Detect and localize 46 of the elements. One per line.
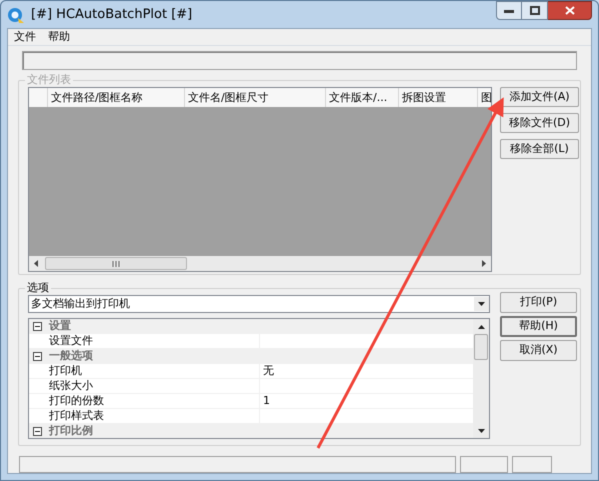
- category-label: 设置: [49, 319, 71, 334]
- status-pane: [512, 456, 552, 473]
- side-button[interactable]: 添加文件(A): [500, 87, 579, 107]
- minimize-button[interactable]: [496, 1, 522, 20]
- group-title: 选项: [25, 281, 51, 295]
- menu-item[interactable]: 帮助: [48, 28, 70, 46]
- category-label: 一般选项: [49, 348, 93, 364]
- status-pane: [460, 456, 508, 473]
- property-name: 纸张大小: [49, 379, 93, 393]
- property-name: 打印样式表: [49, 409, 104, 423]
- side-button[interactable]: 移除文件(D): [500, 113, 579, 133]
- dropdown-caret-icon[interactable]: [474, 297, 489, 311]
- scroll-thumb[interactable]: [45, 257, 187, 270]
- scroll-thumb[interactable]: [474, 334, 488, 360]
- maximize-icon: [530, 6, 540, 15]
- grip-icon: [112, 260, 120, 266]
- group-title: 文件列表: [25, 73, 73, 87]
- column-header[interactable]: 文件路径/图框名称: [48, 88, 185, 107]
- collapse-icon[interactable]: [33, 426, 42, 436]
- side-button[interactable]: 移除全部(L): [500, 139, 579, 159]
- horizontal-scrollbar[interactable]: [29, 256, 491, 271]
- close-icon: [564, 6, 574, 15]
- property-value: 1: [263, 394, 270, 408]
- dialog-button[interactable]: 帮助(H): [500, 316, 577, 337]
- property-name: 设置文件: [49, 334, 93, 348]
- property-name: 打印机: [49, 364, 82, 378]
- window-title: [#] HCAutoBatchPlot [#]: [31, 6, 192, 24]
- property-value: 无: [263, 364, 274, 378]
- dialog-button[interactable]: 取消(X): [500, 340, 577, 361]
- collapse-icon[interactable]: [33, 352, 42, 360]
- dropdown-value: 多文档输出到打印机: [31, 296, 131, 312]
- category-label: 打印比例: [49, 422, 93, 438]
- mode-dropdown[interactable]: 多文档输出到打印机: [28, 295, 490, 313]
- close-button[interactable]: [548, 1, 592, 20]
- maximize-button[interactable]: [522, 1, 548, 20]
- property-name: 打印的份数: [49, 394, 104, 408]
- column-header[interactable]: 文件版本/...: [326, 88, 399, 107]
- vertical-scrollbar[interactable]: [473, 319, 489, 438]
- minimize-icon: [504, 8, 514, 12]
- collapse-icon[interactable]: [33, 322, 42, 330]
- dialog-button[interactable]: 打印(P): [500, 292, 577, 313]
- app-icon: [7, 6, 25, 24]
- menu-item[interactable]: 文件: [14, 28, 36, 46]
- column-header[interactable]: 文件名/图框尺寸: [185, 88, 326, 107]
- column-header[interactable]: 拆图设置: [399, 88, 478, 107]
- column-header[interactable]: 图: [478, 88, 491, 107]
